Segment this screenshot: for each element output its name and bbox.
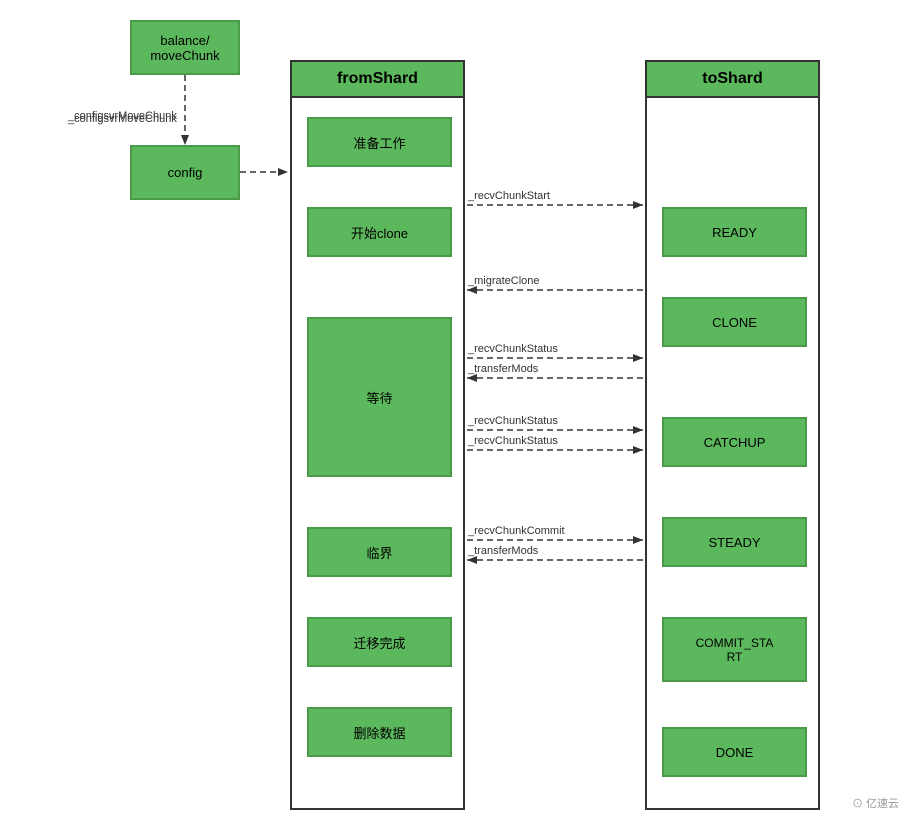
migrate-clone-label: _migrateClone [468, 275, 540, 287]
recv-chunk-status-1-label: _recvChunkStatus [468, 343, 558, 355]
wait-box: 等待 [307, 317, 452, 477]
balance-movechunk-box: balance/ moveChunk [130, 20, 240, 75]
watermark: ⊙ 亿速云 [852, 795, 899, 811]
recv-chunk-commit-label: _recvChunkCommit [468, 525, 565, 537]
start-clone-box: 开始clone [307, 207, 452, 257]
steady-box: STEADY [662, 517, 807, 567]
diagram: balance/ moveChunk config _configsvrMove… [0, 0, 911, 819]
from-shard-header: fromShard [292, 62, 463, 98]
catchup-box: CATCHUP [662, 417, 807, 467]
recv-chunk-status-3-label: _recvChunkStatus [468, 435, 558, 447]
prepare-box: 准备工作 [307, 117, 452, 167]
commit-start-box: COMMIT_START [662, 617, 807, 682]
config-box: config [130, 145, 240, 200]
clone-box: CLONE [662, 297, 807, 347]
done-box: DONE [662, 727, 807, 777]
to-shard-header: toShard [647, 62, 818, 98]
recv-chunk-start-label: _recvChunkStart [468, 190, 550, 202]
transfer-mods-1-label: _transferMods [468, 363, 538, 375]
to-shard-column: toShard READY CLONE CATCHUP STEADY COMMI… [645, 60, 820, 810]
critical-box: 临界 [307, 527, 452, 577]
delete-data-box: 删除数据 [307, 707, 452, 757]
configsvr-label: _configsvrMoveChunk [68, 110, 177, 122]
from-shard-column: fromShard 准备工作 开始clone 等待 临界 迁移完成 删除数据 [290, 60, 465, 810]
transfer-mods-2-label: _transferMods [468, 545, 538, 557]
ready-box: READY [662, 207, 807, 257]
recv-chunk-status-2-label: _recvChunkStatus [468, 415, 558, 427]
migrate-done-box: 迁移完成 [307, 617, 452, 667]
